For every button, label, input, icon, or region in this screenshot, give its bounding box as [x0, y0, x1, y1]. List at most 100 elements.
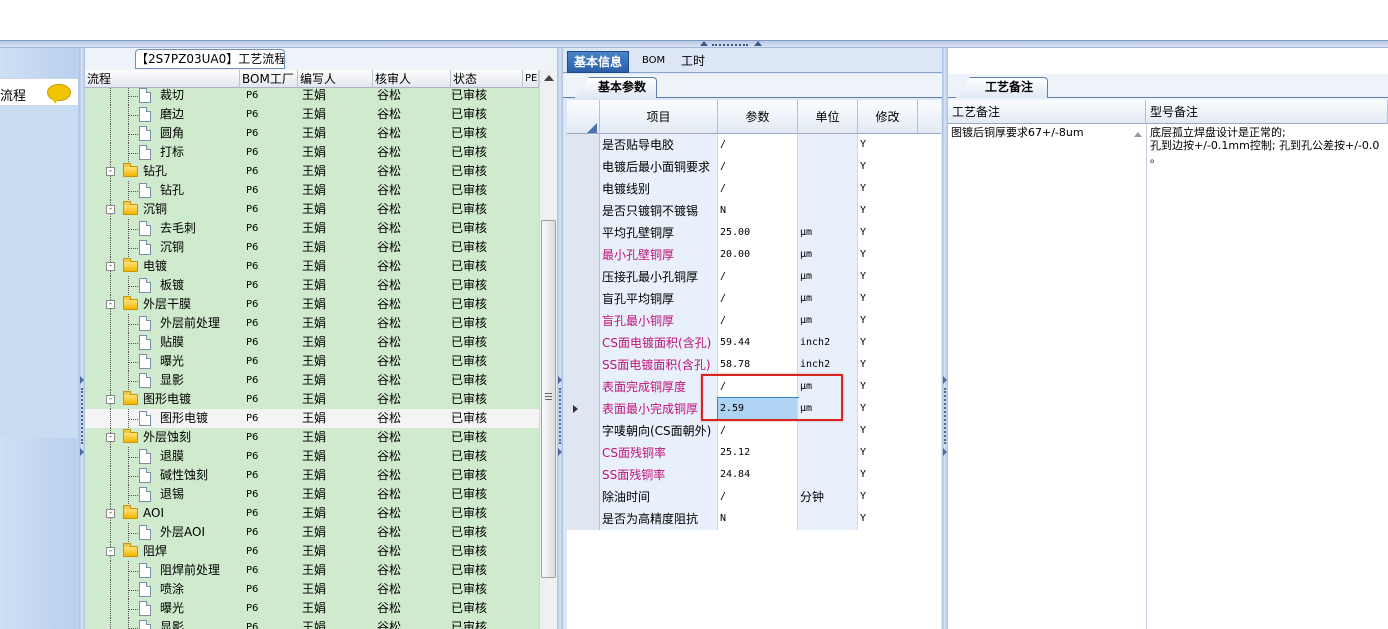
tree-item-row[interactable]: 板镀 P6 王娟 谷松 已审核	[85, 276, 539, 295]
tree-item-row[interactable]: 显影 P6 王娟 谷松 已审核	[85, 371, 539, 390]
tree-item-row[interactable]: 喷涂 P6 王娟 谷松 已审核	[85, 580, 539, 599]
param-value-cell[interactable]: /	[718, 178, 798, 200]
param-row[interactable]: 盲孔最小铜厚 / μm Y	[567, 310, 941, 332]
row-indicator[interactable]	[567, 266, 600, 288]
param-value-cell[interactable]: 25.00	[718, 222, 798, 244]
row-indicator[interactable]	[567, 420, 600, 442]
tab-basic-info[interactable]: 基本信息	[567, 51, 630, 73]
param-value-cell[interactable]: /	[718, 288, 798, 310]
col-header-bom[interactable]: BOM工厂	[240, 70, 298, 88]
splitter-grip[interactable]	[700, 41, 762, 47]
param-row[interactable]: 盲孔平均铜厚 / μm Y	[567, 288, 941, 310]
tree-item-row[interactable]: 阻焊前处理 P6 王娟 谷松 已审核	[85, 561, 539, 580]
param-modify-cell[interactable]: Y	[858, 442, 941, 464]
note-scroll-up-icon[interactable]	[1134, 132, 1142, 137]
param-value-cell[interactable]: /	[718, 134, 798, 156]
col-header-unit[interactable]: 单位	[798, 100, 858, 134]
nav-item-flow[interactable]: 流程	[0, 78, 78, 106]
param-modify-cell[interactable]: Y	[858, 398, 941, 420]
param-value-cell[interactable]: 59.44	[718, 332, 798, 354]
param-row[interactable]: 压接孔最小孔铜厚 / μm Y	[567, 266, 941, 288]
param-row[interactable]: 最小孔壁铜厚 20.00 μm Y	[567, 244, 941, 266]
param-modify-cell[interactable]: Y	[858, 332, 941, 354]
param-value-cell[interactable]: /	[718, 266, 798, 288]
row-indicator[interactable]	[567, 442, 600, 464]
param-value-cell[interactable]: N	[718, 200, 798, 222]
expander-icon[interactable]: -	[106, 262, 115, 271]
param-modify-cell[interactable]: Y	[858, 244, 941, 266]
param-value-cell[interactable]: N	[718, 508, 798, 530]
param-value-cell[interactable]: /	[718, 486, 798, 508]
tree-item-row[interactable]: 钻孔 P6 王娟 谷松 已审核	[85, 181, 539, 200]
param-row[interactable]: 电镀线别 / Y	[567, 178, 941, 200]
expander-icon[interactable]: -	[106, 433, 115, 442]
tree-folder-row[interactable]: - 沉铜 P6 王娟 谷松 已审核	[85, 200, 539, 219]
tree-item-row[interactable]: 曝光 P6 王娟 谷松 已审核	[85, 599, 539, 618]
tree-folder-row[interactable]: - 钻孔 P6 王娟 谷松 已审核	[85, 162, 539, 181]
row-indicator[interactable]	[567, 332, 600, 354]
param-row[interactable]: CS面残铜率 25.12 Y	[567, 442, 941, 464]
param-row[interactable]: 字唛朝向(CS面朝外) / Y	[567, 420, 941, 442]
tab-basic-params[interactable]: 基本参数	[575, 77, 658, 99]
tree-item-row[interactable]: 曝光 P6 王娟 谷松 已审核	[85, 352, 539, 371]
row-indicator[interactable]	[567, 288, 600, 310]
tree-item-row[interactable]: 磨边 P6 王娟 谷松 已审核	[85, 105, 539, 124]
param-modify-cell[interactable]: Y	[858, 178, 941, 200]
col-header-process-note[interactable]: 工艺备注	[948, 100, 1146, 124]
row-indicator[interactable]	[567, 310, 600, 332]
param-value-cell[interactable]: 58.78	[718, 354, 798, 376]
row-indicator[interactable]	[567, 156, 600, 178]
top-splitter[interactable]	[0, 40, 1388, 48]
col-header-item[interactable]: 项目	[600, 100, 718, 134]
col-header-model-note[interactable]: 型号备注	[1146, 100, 1388, 124]
row-indicator[interactable]	[567, 486, 600, 508]
param-row[interactable]: 是否贴导电胶 / Y	[567, 134, 941, 156]
param-row[interactable]: 电镀后最小面铜要求 / Y	[567, 156, 941, 178]
param-modify-cell[interactable]: Y	[858, 266, 941, 288]
scroll-up-icon[interactable]	[544, 75, 554, 81]
param-modify-cell[interactable]: Y	[858, 354, 941, 376]
tree-item-row[interactable]: 退锡 P6 王娟 谷松 已审核	[85, 485, 539, 504]
expander-icon[interactable]: -	[106, 205, 115, 214]
tree-item-row[interactable]: 外层前处理 P6 王娟 谷松 已审核	[85, 314, 539, 333]
col-header-reviewer[interactable]: 核审人	[373, 70, 451, 88]
param-modify-cell[interactable]: Y	[858, 310, 941, 332]
tree-item-row[interactable]: 外层AOI P6 王娟 谷松 已审核	[85, 523, 539, 542]
param-modify-cell[interactable]: Y	[858, 288, 941, 310]
model-note-text[interactable]: 底层孤立焊盘设计是正常的; 孔到边按+/-0.1mm控制; 孔到孔公差按+/-0…	[1150, 126, 1388, 165]
tree-item-row[interactable]: 显影 P6 王娟 谷松 已审核	[85, 618, 539, 629]
param-row[interactable]: 是否为高精度阻抗 N Y	[567, 508, 941, 530]
param-row[interactable]: 除油时间 / 分钟 Y	[567, 486, 941, 508]
row-indicator[interactable]	[567, 178, 600, 200]
tree-folder-row[interactable]: - 阻焊 P6 王娟 谷松 已审核	[85, 542, 539, 561]
param-row[interactable]: 平均孔壁铜厚 25.00 μm Y	[567, 222, 941, 244]
row-indicator[interactable]	[567, 354, 600, 376]
row-indicator[interactable]	[567, 376, 600, 398]
row-indicator[interactable]	[567, 200, 600, 222]
tree-folder-row[interactable]: - 外层干膜 P6 王娟 谷松 已审核	[85, 295, 539, 314]
col-header-modify[interactable]: 修改	[858, 100, 918, 134]
process-note-text[interactable]: 图镀后铜厚要求67+/-8um	[951, 126, 1136, 139]
tree-item-row[interactable]: 退膜 P6 王娟 谷松 已审核	[85, 447, 539, 466]
expander-icon[interactable]: -	[106, 547, 115, 556]
flow-scrollbar[interactable]	[539, 70, 557, 629]
tree-item-row[interactable]: 去毛刺 P6 王娟 谷松 已审核	[85, 219, 539, 238]
param-value-cell[interactable]: 24.84	[718, 464, 798, 486]
param-row[interactable]: SS面电镀面积(含孔) 58.78 inch2 Y	[567, 354, 941, 376]
expander-icon[interactable]: -	[106, 300, 115, 309]
param-modify-cell[interactable]: Y	[858, 134, 941, 156]
col-header-writer[interactable]: 编写人	[298, 70, 373, 88]
param-modify-cell[interactable]: Y	[858, 156, 941, 178]
tree-item-row[interactable]: 圆角 P6 王娟 谷松 已审核	[85, 124, 539, 143]
param-modify-cell[interactable]: Y	[858, 464, 941, 486]
tab-bom[interactable]: BOM	[636, 51, 671, 73]
tree-item-row[interactable]: 贴膜 P6 王娟 谷松 已审核	[85, 333, 539, 352]
param-modify-cell[interactable]: Y	[858, 486, 941, 508]
col-header-flow[interactable]: 流程	[85, 70, 240, 88]
tree-item-row[interactable]: 裁切 P6 王娟 谷松 已审核	[85, 88, 539, 105]
tree-folder-row[interactable]: - 外层蚀刻 P6 王娟 谷松 已审核	[85, 428, 539, 447]
col-header-param[interactable]: 参数	[718, 100, 798, 134]
tree-item-row[interactable]: 打标 P6 王娟 谷松 已审核	[85, 143, 539, 162]
param-modify-cell[interactable]: Y	[858, 508, 941, 530]
row-indicator[interactable]	[567, 222, 600, 244]
